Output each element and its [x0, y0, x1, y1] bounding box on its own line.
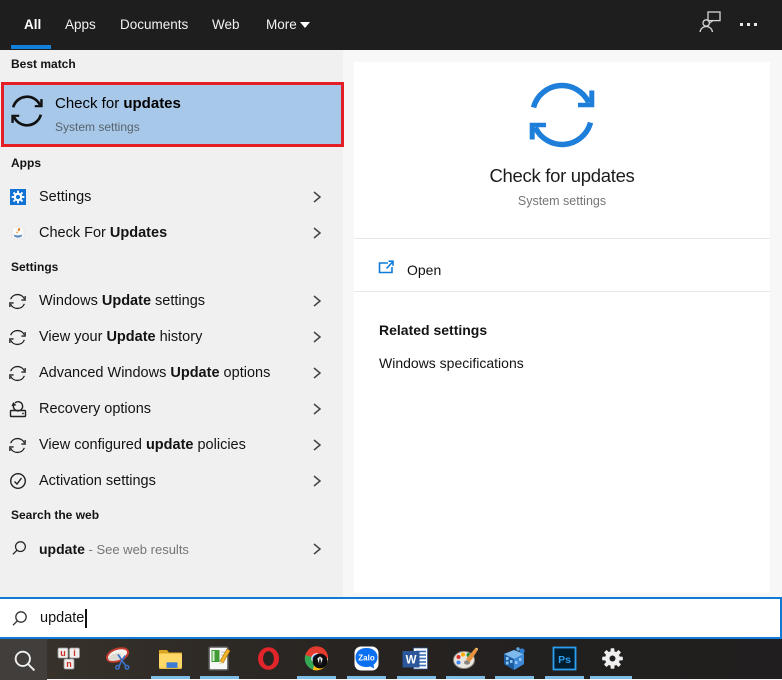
svg-text:u: u: [60, 648, 66, 658]
svg-text:Ps: Ps: [558, 654, 571, 666]
svg-text:i: i: [73, 648, 76, 658]
svg-text:W: W: [406, 655, 417, 667]
svg-text:Zalo: Zalo: [358, 654, 375, 663]
svg-text:n: n: [66, 659, 72, 669]
